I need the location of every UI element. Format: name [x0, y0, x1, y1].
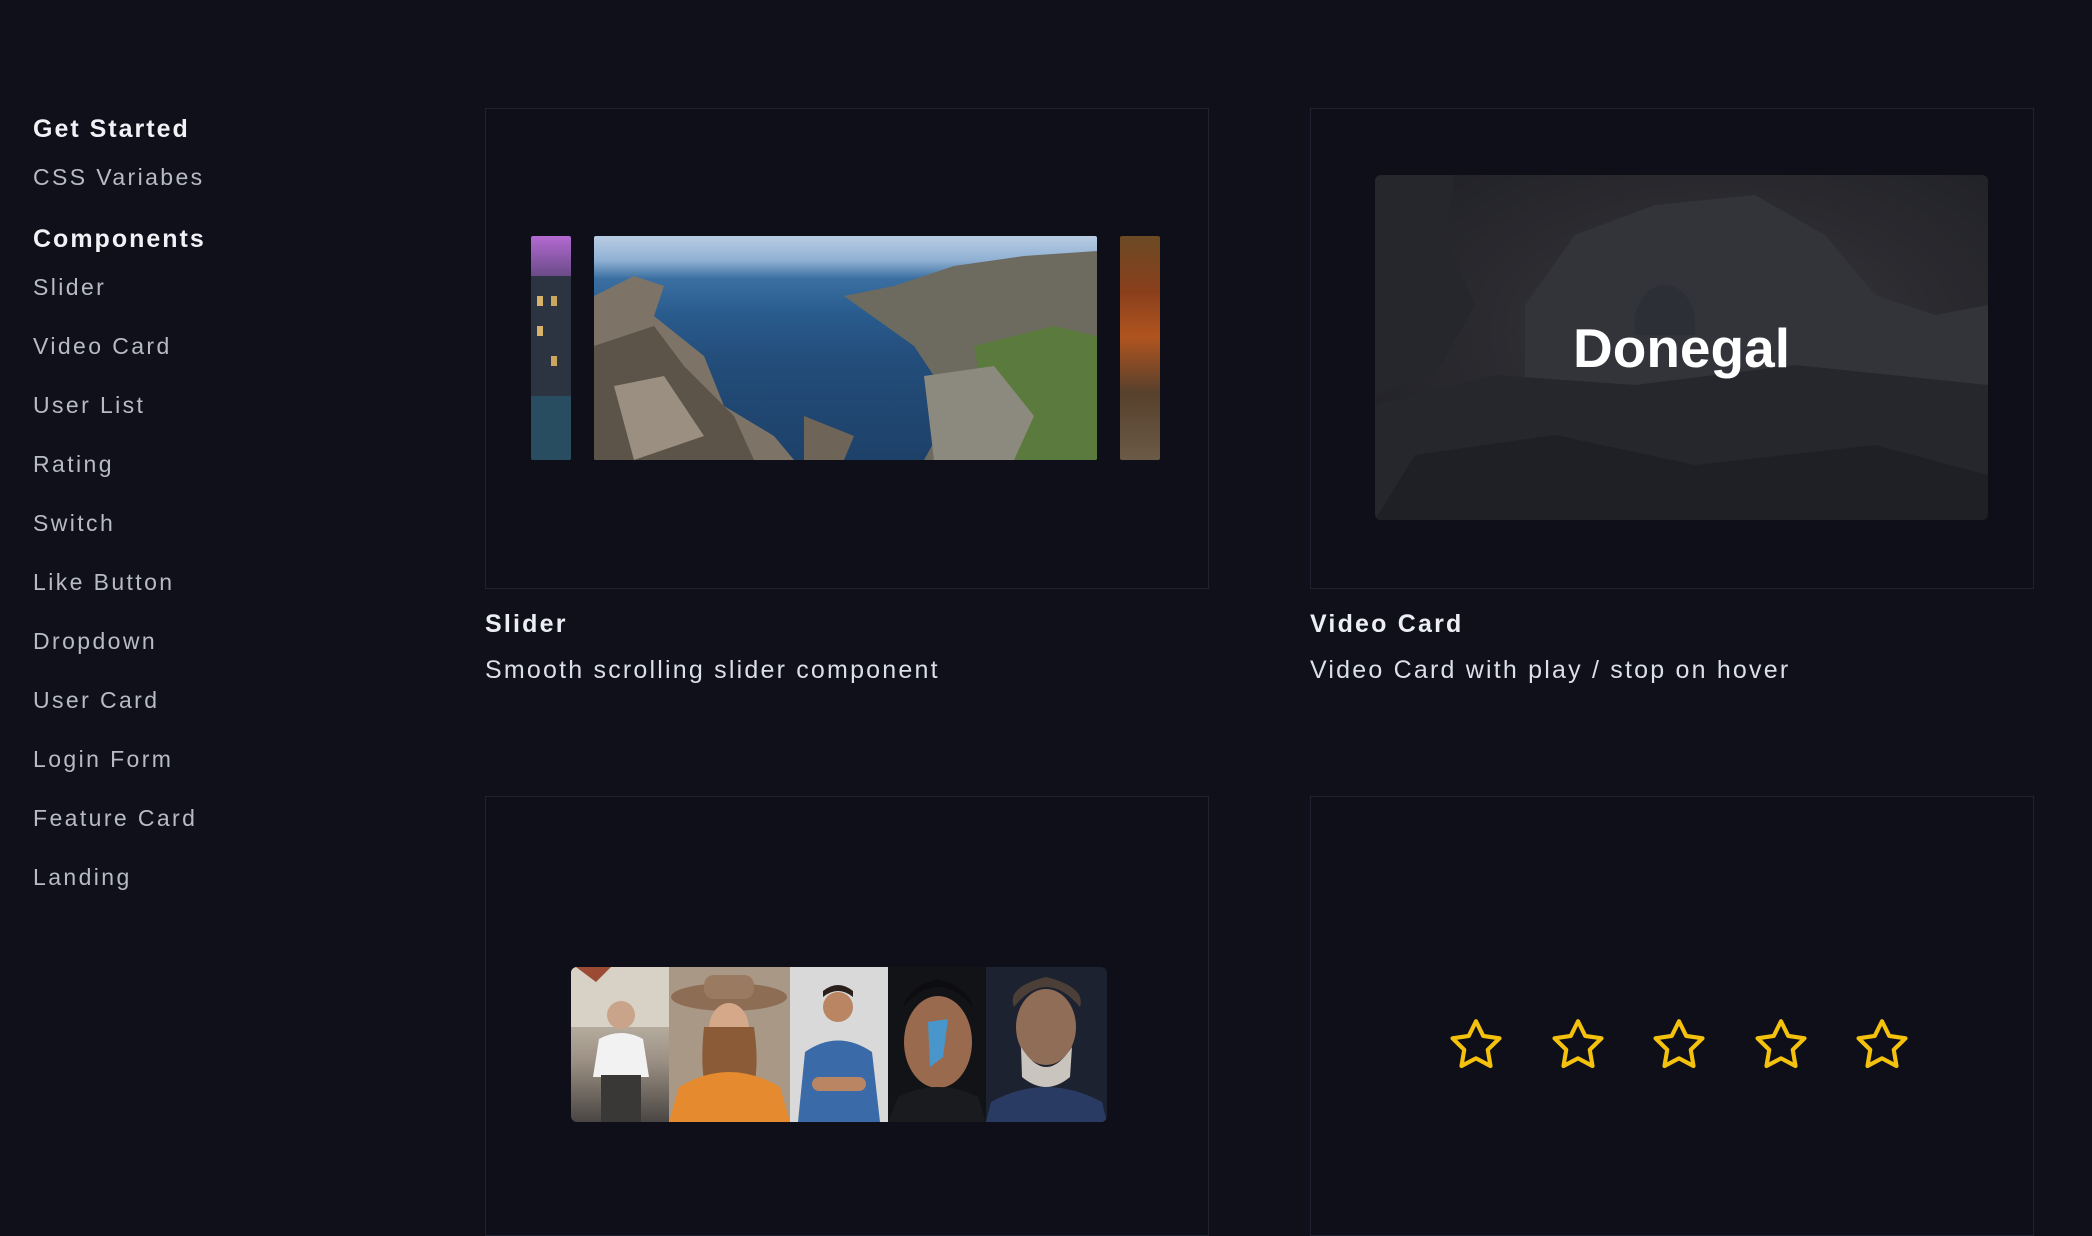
- video-card-title: Video Card: [1310, 610, 1464, 638]
- sidebar-section-title-get-started: Get Started: [33, 115, 190, 143]
- user-avatar-2[interactable]: [669, 967, 790, 1122]
- slider-card-description: Smooth scrolling slider component: [485, 656, 940, 684]
- star-icon-3[interactable]: [1648, 1014, 1710, 1076]
- video-card-preview[interactable]: Donegal: [1310, 108, 2034, 589]
- sidebar-item-user-card[interactable]: User Card: [33, 671, 373, 730]
- star-icon-2[interactable]: [1547, 1014, 1609, 1076]
- sidebar-item-like-button[interactable]: Like Button: [33, 553, 373, 612]
- slider-image-current: [594, 236, 1097, 460]
- sidebar-item-video-card[interactable]: Video Card: [33, 317, 373, 376]
- sidebar-item-switch[interactable]: Switch: [33, 494, 373, 553]
- user-avatar-1[interactable]: [571, 967, 669, 1122]
- sidebar-item-feature-card[interactable]: Feature Card: [33, 789, 373, 848]
- sidebar-item-landing[interactable]: Landing: [33, 848, 373, 907]
- slider-image-next: [1120, 236, 1160, 460]
- star-icon-1[interactable]: [1445, 1014, 1507, 1076]
- user-list-card-preview[interactable]: [485, 796, 1209, 1236]
- sidebar-item-css-variables[interactable]: CSS Variabes: [33, 148, 373, 207]
- video-card-description: Video Card with play / stop on hover: [1310, 656, 1791, 684]
- sidebar-item-user-list[interactable]: User List: [33, 376, 373, 435]
- rating-card-preview[interactable]: [1310, 796, 2034, 1236]
- video-overlay-title: Donegal: [1573, 316, 1790, 379]
- sidebar-section-title-components: Components: [33, 225, 206, 253]
- sidebar-item-login-form[interactable]: Login Form: [33, 730, 373, 789]
- star-icon-4[interactable]: [1750, 1014, 1812, 1076]
- video-player[interactable]: Donegal: [1375, 175, 1988, 520]
- user-list: [571, 967, 1107, 1122]
- user-avatar-4[interactable]: [888, 967, 986, 1122]
- sidebar-item-dropdown[interactable]: Dropdown: [33, 612, 373, 671]
- sidebar-item-rating[interactable]: Rating: [33, 435, 373, 494]
- user-avatar-5[interactable]: [986, 967, 1107, 1122]
- sidebar: Get Started CSS Variabes Components Slid…: [33, 110, 373, 907]
- slider-card-preview[interactable]: [485, 108, 1209, 589]
- slider-card-title: Slider: [485, 610, 568, 638]
- slider-image-previous: [531, 236, 571, 460]
- star-icon-5[interactable]: [1851, 1014, 1913, 1076]
- sidebar-item-slider[interactable]: Slider: [33, 258, 373, 317]
- user-avatar-3[interactable]: [790, 967, 888, 1122]
